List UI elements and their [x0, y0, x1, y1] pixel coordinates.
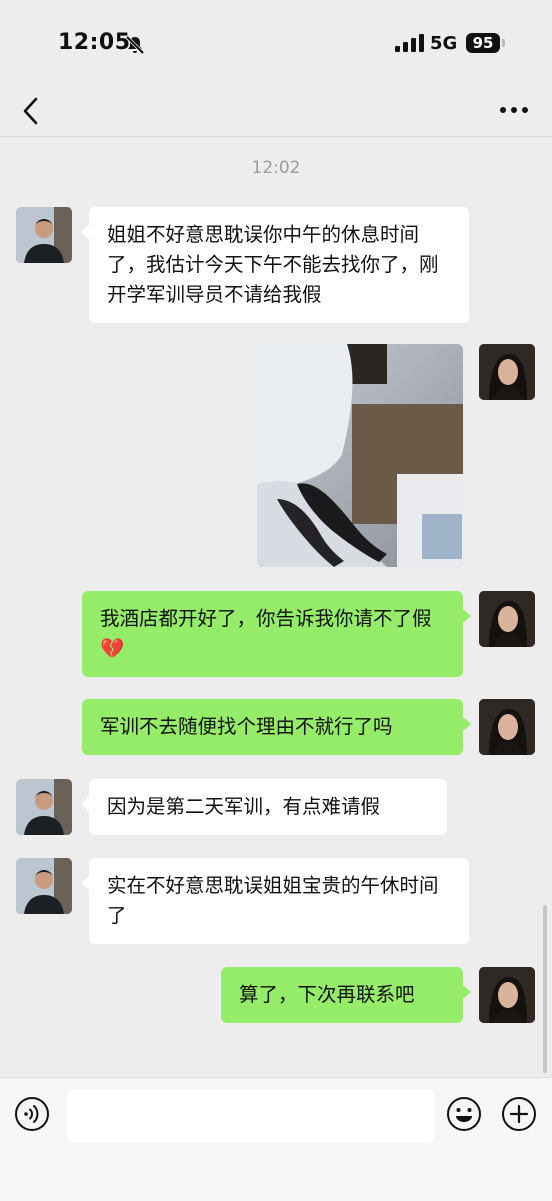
avatar[interactable] — [479, 699, 535, 755]
chevron-left-icon[interactable] — [20, 94, 42, 128]
avatar[interactable] — [479, 967, 535, 1023]
battery-tip — [502, 39, 505, 47]
message-text: 姐姐不好意思耽误你中午的休息时间了，我估计今天下午不能去找你了，刚开学军训导员不… — [107, 223, 439, 306]
more-icon[interactable] — [498, 104, 530, 116]
message-bubble[interactable]: 因为是第二天军训，有点难请假 — [81, 779, 447, 835]
message-timestamp: 12:02 — [251, 158, 301, 178]
person-avatar-icon — [479, 344, 535, 400]
avatar[interactable] — [16, 207, 72, 263]
message-bubble[interactable]: 实在不好意思耽误姐姐宝贵的午休时间了 — [81, 858, 469, 944]
message-text: 因为是第二天军训，有点难请假 — [107, 795, 381, 818]
avatar[interactable] — [16, 779, 72, 835]
message-text: 军训不去随便找个理由不就行了吗 — [100, 715, 393, 738]
person-avatar-icon — [16, 779, 72, 835]
battery-indicator: 95 — [466, 33, 500, 53]
chat-photo[interactable] — [257, 344, 463, 567]
message-text: 我酒店都开好了，你告诉我你请不了假💔 — [100, 607, 432, 660]
photo-image — [257, 344, 463, 567]
person-avatar-icon — [479, 699, 535, 755]
signal-icon — [395, 34, 424, 52]
status-bar: 12:05 5G 95 — [0, 0, 552, 88]
person-avatar-icon — [479, 967, 535, 1023]
voice-icon[interactable] — [14, 1096, 50, 1132]
emoji-icon[interactable] — [446, 1096, 482, 1132]
plus-icon[interactable] — [501, 1096, 537, 1132]
message-bubble[interactable]: 算了，下次再联系吧 — [221, 967, 471, 1023]
avatar[interactable] — [479, 344, 535, 400]
network-type: 5G — [430, 33, 458, 54]
avatar[interactable] — [16, 858, 72, 914]
person-avatar-icon — [16, 207, 72, 263]
input-bar — [0, 1077, 552, 1201]
message-bubble[interactable]: 姐姐不好意思耽误你中午的休息时间了，我估计今天下午不能去找你了，刚开学军训导员不… — [81, 207, 469, 323]
person-avatar-icon — [16, 858, 72, 914]
message-text: 算了，下次再联系吧 — [239, 983, 415, 1006]
scrollbar[interactable] — [543, 905, 547, 1073]
status-time: 12:05 — [58, 30, 131, 55]
message-bubble[interactable]: 军训不去随便找个理由不就行了吗 — [82, 699, 471, 755]
message-input[interactable] — [67, 1089, 434, 1143]
message-text: 实在不好意思耽误姐姐宝贵的午休时间了 — [107, 874, 439, 927]
bell-slash-icon — [125, 35, 145, 55]
avatar[interactable] — [479, 591, 535, 647]
message-bubble[interactable]: 我酒店都开好了，你告诉我你请不了假💔 — [82, 591, 471, 677]
person-avatar-icon — [479, 591, 535, 647]
chat-header — [0, 88, 552, 137]
